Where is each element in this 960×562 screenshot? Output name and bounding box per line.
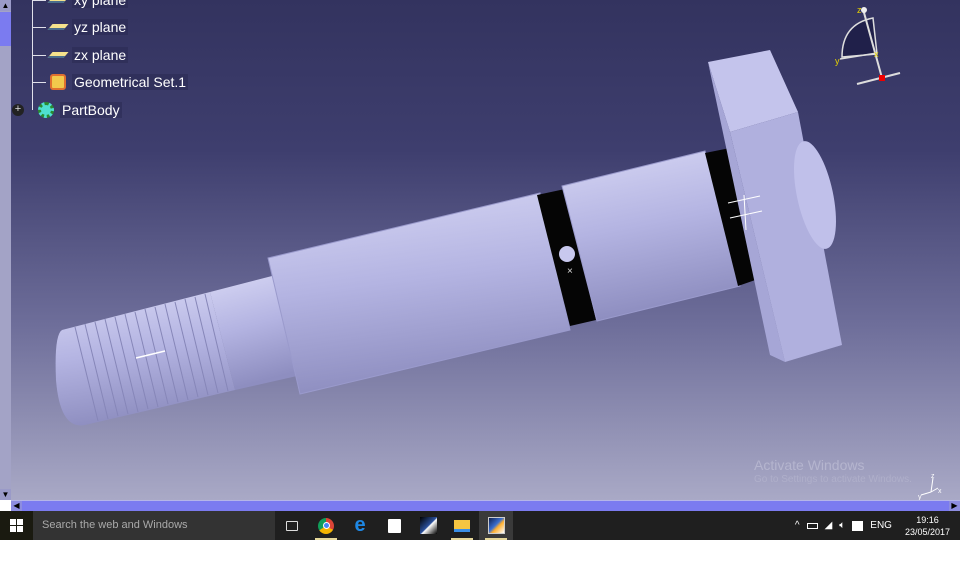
compass-x-label: x bbox=[874, 49, 879, 59]
language-indicator[interactable]: ENG bbox=[870, 520, 892, 531]
task-view-button[interactable] bbox=[275, 511, 309, 540]
tree-item-zx-plane[interactable]: zx plane bbox=[32, 43, 129, 67]
taskbar: Search the web and Windows e ^ ◢ 🔈︎ ENG … bbox=[0, 511, 960, 540]
wifi-icon[interactable]: ◢ bbox=[825, 520, 833, 531]
scroll-left-button[interactable]: ◀ bbox=[11, 501, 22, 511]
tree-item-xy-plane[interactable]: xy plane bbox=[32, 0, 129, 12]
volume-icon[interactable]: 🔈︎ bbox=[839, 520, 845, 531]
threaded-end bbox=[55, 292, 235, 426]
activate-windows-subtitle: Go to Settings to activate Windows. bbox=[754, 474, 912, 485]
hole bbox=[559, 246, 575, 262]
main-cylinder bbox=[267, 192, 571, 395]
flange bbox=[708, 50, 842, 362]
scroll-thumb[interactable] bbox=[0, 12, 11, 46]
chevron-up-icon[interactable]: ^ bbox=[795, 520, 800, 531]
task-view-icon bbox=[286, 520, 298, 531]
scroll-down-button[interactable]: ▼ bbox=[0, 489, 11, 500]
tree-item-yz-plane[interactable]: yz plane bbox=[32, 15, 129, 39]
axis-triad: z y x bbox=[918, 473, 942, 500]
clock[interactable]: 19:16 23/05/2017 bbox=[905, 514, 950, 538]
chrome-icon bbox=[318, 517, 334, 534]
svg-text:x: x bbox=[938, 488, 942, 495]
3d-viewport[interactable]: × z y x z y x Activate Windows Go to Set… bbox=[0, 0, 960, 500]
file-explorer-button[interactable] bbox=[445, 511, 479, 540]
battery-icon[interactable] bbox=[806, 522, 818, 529]
folder-icon bbox=[454, 519, 470, 532]
system-tray: ^ ◢ 🔈︎ ENG 19:16 23/05/2017 bbox=[795, 514, 960, 538]
activate-windows-title: Activate Windows bbox=[754, 457, 865, 473]
store-icon bbox=[387, 518, 401, 533]
scroll-right-button[interactable]: ▶ bbox=[949, 501, 960, 511]
edge-icon: e bbox=[354, 514, 366, 536]
start-button[interactable] bbox=[0, 511, 33, 540]
horizontal-scrollbar[interactable]: ◀ ▶ bbox=[11, 500, 960, 511]
compass-z-label: z bbox=[857, 5, 862, 15]
date: 23/05/2017 bbox=[904, 526, 950, 537]
windows-icon bbox=[10, 519, 23, 532]
cross-mark: × bbox=[567, 266, 573, 277]
store-button[interactable] bbox=[377, 511, 411, 540]
tree-item-geometrical-set[interactable]: Geometrical Set.1 bbox=[32, 70, 189, 94]
edge-button[interactable]: e bbox=[343, 511, 377, 540]
catia-app-icon bbox=[487, 517, 505, 534]
catia-window-button[interactable] bbox=[479, 511, 513, 540]
part-body-icon bbox=[36, 101, 56, 119]
compass[interactable]: z y x bbox=[830, 2, 920, 92]
vertical-scrollbar[interactable]: ▲ ▼ bbox=[0, 0, 11, 500]
catia-icon bbox=[419, 517, 437, 534]
plane-icon bbox=[47, 46, 69, 64]
scroll-up-button[interactable]: ▲ bbox=[0, 0, 11, 11]
svg-text:z: z bbox=[931, 473, 935, 480]
chrome-button[interactable] bbox=[309, 511, 343, 540]
search-input[interactable]: Search the web and Windows bbox=[33, 511, 275, 540]
expand-icon[interactable]: + bbox=[12, 104, 24, 116]
tree-item-partbody[interactable]: + PartBody bbox=[12, 98, 122, 122]
compass-y-label: y bbox=[835, 56, 840, 66]
catia-launcher-button[interactable] bbox=[411, 511, 445, 540]
plane-icon bbox=[47, 0, 69, 9]
notification-icon[interactable] bbox=[852, 520, 864, 531]
time: 19:16 bbox=[916, 514, 939, 525]
geometrical-set-icon bbox=[48, 73, 68, 91]
plane-icon bbox=[47, 18, 69, 36]
compass-handle[interactable] bbox=[879, 75, 885, 81]
